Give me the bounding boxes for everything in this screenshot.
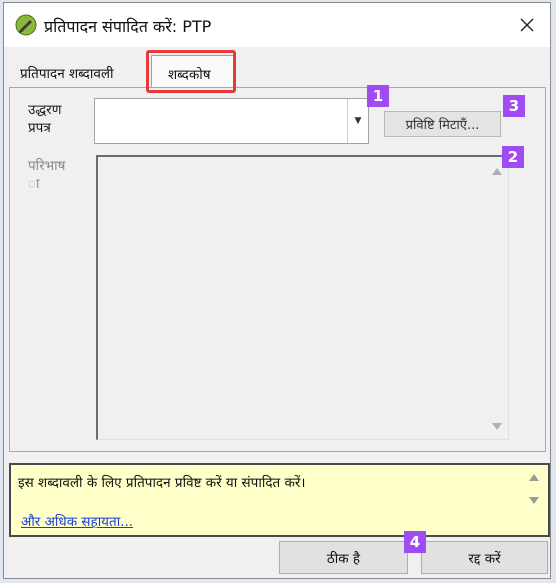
definition-scrollbar[interactable] <box>486 157 508 439</box>
badge-4: 4 <box>404 531 426 553</box>
definition-textarea[interactable] <box>96 155 509 440</box>
definition-label: परिभाष ा <box>28 158 66 192</box>
scroll-up-icon <box>529 474 539 481</box>
scroll-down-icon <box>529 497 539 504</box>
badge-2: 2 <box>502 146 524 168</box>
more-help-link[interactable]: और अधिक सहायता... <box>21 512 133 530</box>
close-icon <box>520 18 534 32</box>
cancel-button[interactable]: रद्द करें <box>421 541 548 574</box>
help-text: इस शब्दावली के लिए प्रतिपादन प्रविष्ट कर… <box>18 475 306 491</box>
source-form-label: उद्धरण प्रपत्र <box>28 102 62 136</box>
title-bar: प्रतिपादन संपादित करें: PTP <box>4 3 550 47</box>
chevron-down-icon[interactable]: ▼ <box>347 99 368 143</box>
badge-1: 1 <box>367 85 389 107</box>
help-scrollbar[interactable] <box>526 471 542 507</box>
delete-entry-button[interactable]: प्रविष्टि मिटाएँ... <box>384 111 501 137</box>
help-box: इस शब्दावली के लिए प्रतिपादन प्रविष्ट कर… <box>9 463 550 537</box>
close-button[interactable] <box>510 9 544 41</box>
edit-rendering-dialog: प्रतिपादन संपादित करें: PTP प्रतिपादन शब… <box>3 2 551 579</box>
pencil-leaf-icon <box>15 14 37 36</box>
tab-glossary[interactable]: शब्दकोष <box>151 55 236 89</box>
scroll-down-icon[interactable] <box>490 421 504 433</box>
dialog-title: प्रतिपादन संपादित करें: PTP <box>44 17 212 36</box>
badge-3: 3 <box>503 95 525 117</box>
tab-strip: प्रतिपादन शब्दावली शब्दकोष <box>4 47 550 91</box>
tab-rendering-terms[interactable]: प्रतिपादन शब्दावली <box>20 64 114 82</box>
source-form-dropdown[interactable]: ▼ <box>94 98 369 144</box>
ok-button[interactable]: ठीक है <box>279 541 408 574</box>
